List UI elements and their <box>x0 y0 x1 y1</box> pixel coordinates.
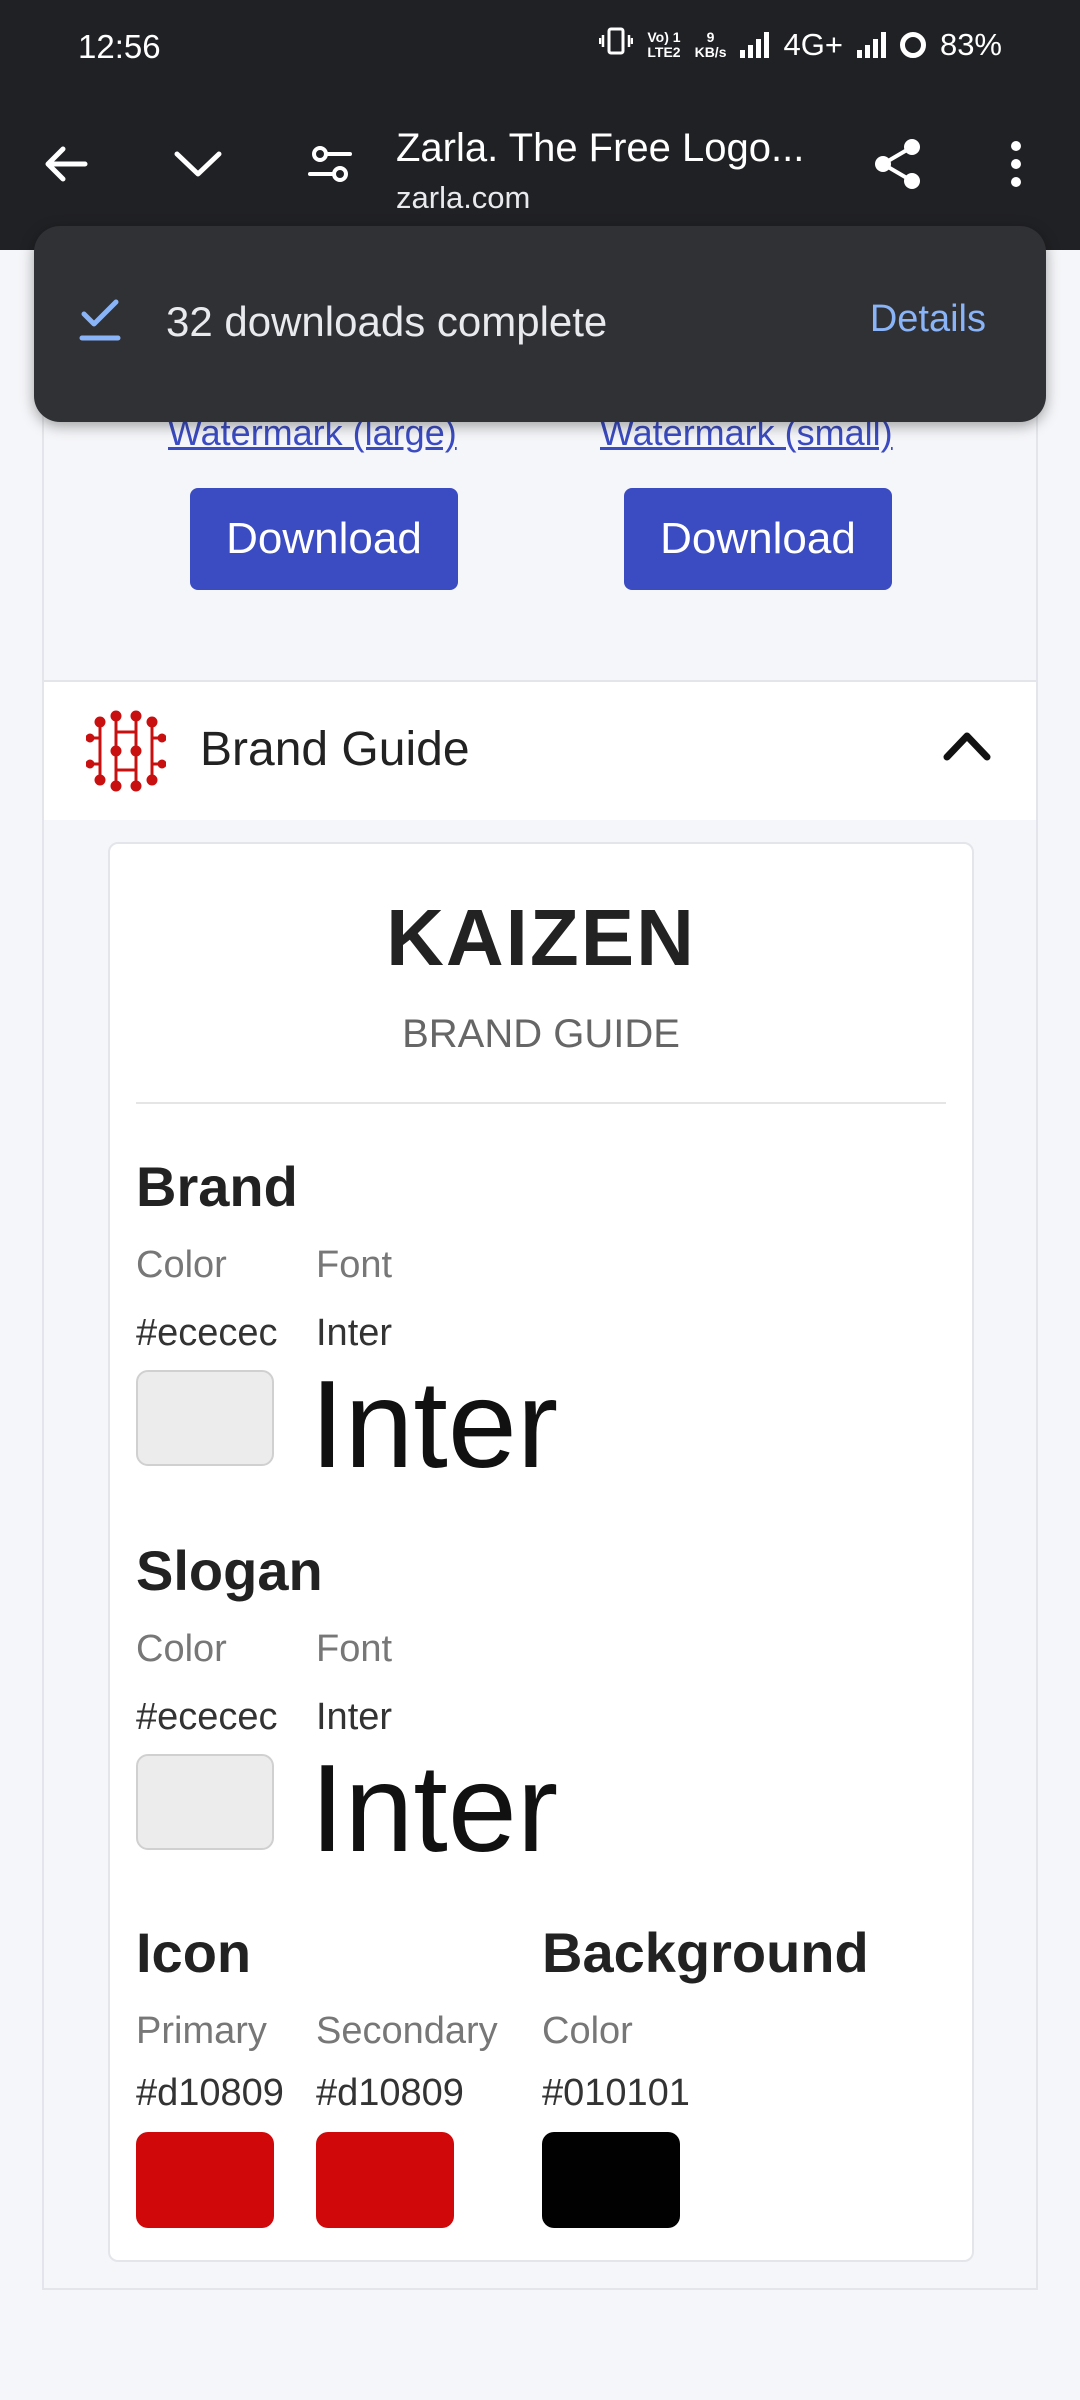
chevron-down-icon[interactable] <box>168 134 228 194</box>
download-large-button[interactable]: Download <box>190 488 458 590</box>
brand-font-label: Font <box>316 1244 393 1286</box>
background-color-swatch <box>542 2132 680 2228</box>
icon-primary-value: #d10809 <box>136 2072 284 2114</box>
chevron-up-icon[interactable] <box>942 728 992 767</box>
slogan-color-label: Color <box>136 1628 227 1670</box>
download-small-button[interactable]: Download <box>624 488 892 590</box>
slogan-color-swatch <box>136 1754 274 1850</box>
icon-primary-label: Primary <box>136 2010 267 2052</box>
brand-section-title: Brand <box>136 1155 298 1218</box>
background-color-value: #010101 <box>542 2072 690 2114</box>
brand-font-sample: Inter <box>310 1356 559 1494</box>
volte-indicator: Vo) 1 LTE2 <box>647 29 681 60</box>
icon-primary-swatch <box>136 2132 274 2228</box>
status-time: 12:56 <box>78 28 161 65</box>
more-menu-icon[interactable] <box>986 134 1046 194</box>
vibrate-icon <box>599 26 634 64</box>
site-settings-icon[interactable] <box>300 134 360 194</box>
icon-secondary-swatch <box>316 2132 454 2228</box>
status-indicators: Vo) 1 LTE2 9 KB/s 4G+ 83% <box>599 26 1002 64</box>
brand-logo-icon <box>85 708 167 799</box>
details-button[interactable]: Details <box>870 298 986 341</box>
slogan-font-value: Inter <box>316 1696 393 1738</box>
signal-icon <box>740 32 770 58</box>
brand-guide-label: Brand Guide <box>200 723 470 776</box>
share-icon[interactable] <box>868 134 928 194</box>
background-section-title: Background <box>542 1921 869 1984</box>
brand-color-label: Color <box>136 1244 227 1286</box>
brand-color-swatch <box>136 1370 274 1466</box>
slogan-font-sample: Inter <box>310 1740 559 1878</box>
snackbar-message: 32 downloads complete <box>166 298 608 345</box>
network-speed: 9 KB/s <box>694 29 727 60</box>
divider <box>136 1102 946 1104</box>
slogan-section-title: Slogan <box>136 1539 323 1602</box>
slogan-font-label: Font <box>316 1628 393 1670</box>
brand-guide-subtitle: BRAND GUIDE <box>402 1012 680 1056</box>
page-title[interactable]: Zarla. The Free Logo... <box>396 126 836 171</box>
slogan-color-value: #ececec <box>136 1696 278 1738</box>
page-url[interactable]: zarla.com <box>396 180 530 216</box>
background-color-label: Color <box>542 2010 633 2052</box>
brand-guide-card: KAIZEN BRAND GUIDE Brand Color Font #ece… <box>108 842 974 2262</box>
brand-name: KAIZEN <box>386 893 696 982</box>
brand-color-value: #ececec <box>136 1312 278 1354</box>
brand-guide-header[interactable]: Brand Guide <box>44 680 1036 820</box>
battery-icon <box>899 32 926 58</box>
icon-section-title: Icon <box>136 1921 252 1984</box>
battery-level: 83% <box>939 27 1002 62</box>
icon-secondary-label: Secondary <box>316 2010 498 2052</box>
icon-secondary-value: #d10809 <box>316 2072 464 2114</box>
network-type: 4G+ <box>783 27 843 62</box>
signal-icon-2 <box>856 32 886 58</box>
status-bar: 12:56 Vo) 1 LTE2 9 KB/s 4G+ 83% <box>0 0 1080 96</box>
downloads-snackbar: 32 downloads complete Details <box>34 226 1046 422</box>
download-complete-icon <box>78 296 122 349</box>
back-arrow-icon[interactable] <box>36 134 96 194</box>
brand-font-value: Inter <box>316 1312 393 1354</box>
